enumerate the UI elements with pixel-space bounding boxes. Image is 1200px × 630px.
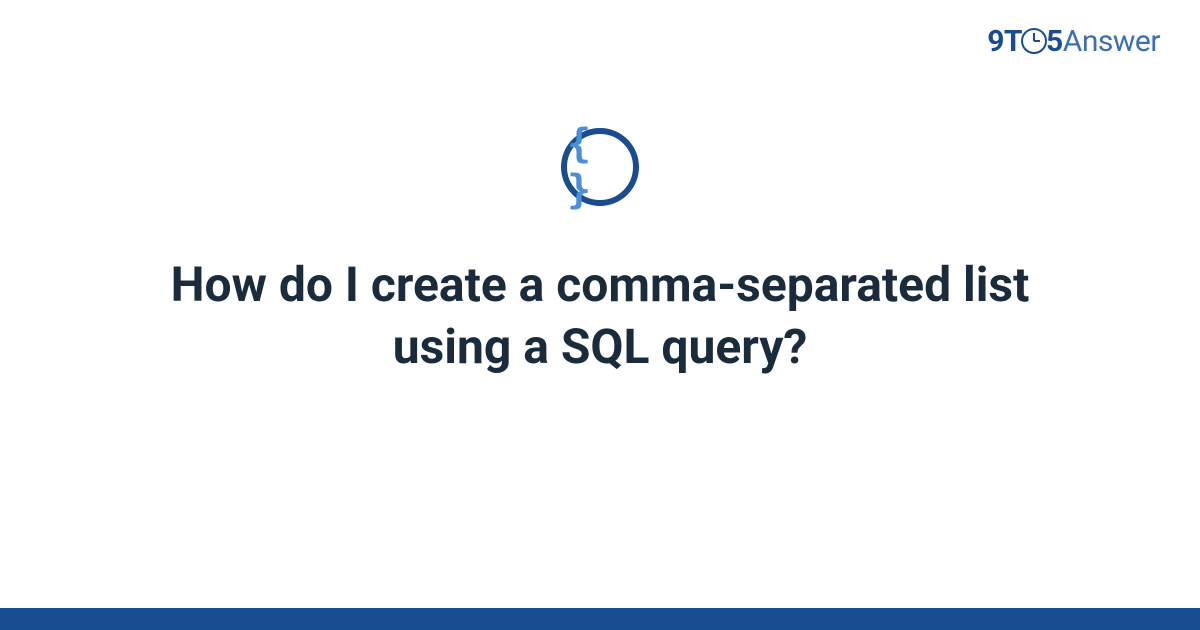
logo-text-answer: Answer — [1063, 24, 1160, 59]
footer-accent-bar — [0, 608, 1200, 630]
main-content: { } How do I create a comma-separated li… — [0, 128, 1200, 379]
code-braces-icon: { } — [567, 121, 633, 213]
logo-text-5: 5 — [1046, 24, 1063, 59]
site-logo[interactable]: 9T 5Answer — [987, 24, 1160, 59]
question-title: How do I create a comma-separated list u… — [120, 254, 1080, 379]
logo-text-9t: 9T — [987, 24, 1022, 59]
category-icon-circle: { } — [561, 128, 639, 206]
clock-icon — [1021, 28, 1047, 54]
